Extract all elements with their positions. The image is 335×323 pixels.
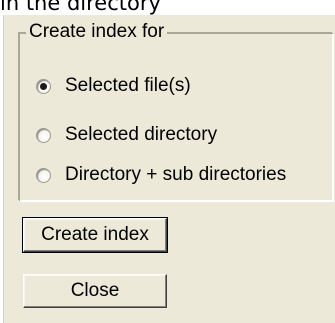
close-button[interactable]: Close	[23, 274, 167, 308]
radio-directory-subdirectories[interactable]	[36, 167, 51, 183]
option-selected-files-label: Selected file(s)	[65, 75, 191, 96]
page-heading: in the directory	[0, 0, 161, 15]
create-index-for-group: Create index for Selected file(s) Select…	[19, 21, 333, 201]
option-directory-subdirectories-label: Directory + sub directories	[65, 164, 287, 185]
group-title: Create index for	[26, 21, 168, 43]
option-directory-subdirectories[interactable]: Directory + sub directories	[36, 162, 286, 188]
create-index-button[interactable]: Create index	[22, 217, 168, 253]
create-index-dialog: Create index for Selected file(s) Select…	[3, 15, 335, 323]
option-selected-directory-label: Selected directory	[65, 124, 218, 145]
option-selected-files[interactable]: Selected file(s)	[36, 73, 191, 99]
radio-selected-directory[interactable]	[36, 127, 51, 143]
option-selected-directory[interactable]: Selected directory	[36, 122, 217, 148]
radio-selected-files[interactable]	[36, 78, 51, 94]
